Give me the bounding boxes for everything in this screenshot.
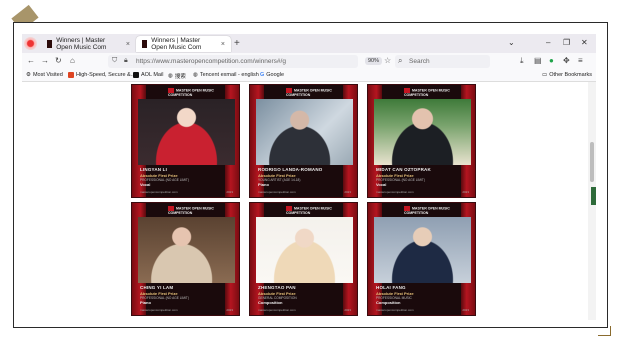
winner-photo [256, 217, 353, 283]
tab-bar: Winners | Master Open Music Com × Winner… [22, 34, 596, 53]
back-icon[interactable]: ← [27, 56, 35, 65]
reload-icon[interactable]: ↻ [55, 56, 62, 65]
instrument-label: Piano [140, 299, 151, 305]
competition-logo: MASTER OPEN MUSIC COMPETITION [168, 206, 214, 215]
winner-photo [374, 217, 471, 283]
winner-card[interactable]: MASTER OPEN MUSIC COMPETITION RODRIGO LA… [249, 84, 358, 198]
bookmark-label: 搜索 [174, 74, 186, 80]
competition-logo: MASTER OPEN MUSIC COMPETITION [286, 88, 332, 97]
winner-info: RODRIGO LANDA-ROMANO Absolute First Priz… [258, 167, 353, 187]
google-icon: G [260, 72, 265, 78]
bookmark-star-icon[interactable]: ☆ [384, 56, 391, 65]
bookmarks-toolbar: ⚙ Most Visited High-Speed, Secure &... AO… [22, 70, 596, 82]
bookmark-high-speed[interactable]: High-Speed, Secure &... [68, 72, 135, 78]
globe-icon: ◍ [168, 73, 173, 79]
other-bookmarks[interactable]: ▭ Other Bookmarks [542, 72, 592, 78]
card-footer: masteropencompetition.com 2023 [140, 308, 233, 312]
folder-icon: ▭ [542, 72, 548, 78]
bookmark-label: AOL Mail [141, 72, 164, 78]
card-footer: masteropencompetition.com 2023 [376, 190, 469, 194]
winner-info: ZHENGTAO PAN Absolute First Prize GENERA… [258, 285, 353, 305]
winner-info: MIDAT CAN OZTOPRAK Absolute First Prize … [376, 167, 471, 187]
home-icon[interactable]: ⌂ [70, 56, 75, 65]
address-bar[interactable]: ⛉ 🔒︎ https://www.masteropencompetition.c… [108, 55, 358, 68]
tab-list-icon[interactable]: ⌄ [508, 38, 515, 47]
winner-photo [256, 99, 353, 165]
instrument-label: Vocal [376, 181, 387, 187]
winner-info: LINGYAN LI Absolute First Prize PROFESSI… [140, 167, 235, 187]
vertical-scrollbar[interactable] [588, 82, 596, 320]
winner-photo [138, 99, 235, 165]
site-icon [68, 72, 74, 78]
instrument-label: Piano [258, 181, 269, 187]
bookmark-label: Google [266, 72, 285, 78]
card-footer: masteropencompetition.com 2023 [140, 190, 233, 194]
search-placeholder: Search [409, 58, 430, 65]
bookmark-tencent[interactable]: ◍ Tencent exmail - english [193, 72, 259, 78]
bookmark-label: Tencent exmail - english [199, 72, 259, 78]
browser-window: Winners | Master Open Music Com × Winner… [22, 34, 596, 320]
corner-mark [598, 326, 611, 336]
competition-logo: MASTER OPEN MUSIC COMPETITION [286, 206, 332, 215]
url-text: https://www.masteropencompetition.com/wi… [136, 58, 286, 65]
instrument-label: Composition [376, 299, 401, 305]
tab-winners-2[interactable]: Winners | Master Open Music Com × [136, 36, 231, 52]
tab-title: Winners | Master Open Music Com [151, 37, 202, 51]
forward-icon[interactable]: → [41, 56, 49, 65]
lock-icon[interactable]: 🔒︎ [124, 57, 128, 65]
side-widget[interactable] [591, 187, 596, 205]
aol-icon [133, 72, 139, 78]
sidebar-icon[interactable]: ▤ [534, 56, 542, 65]
competition-logo: MASTER OPEN MUSIC COMPETITION [404, 206, 450, 215]
account-icon[interactable]: ● [549, 56, 554, 65]
menu-icon[interactable]: ≡ [578, 56, 583, 65]
instrument-label: Vocal [140, 181, 151, 187]
card-footer: masteropencompetition.com 2023 [258, 308, 351, 312]
minimize-icon[interactable]: – [546, 38, 550, 47]
site-favicon-icon [47, 40, 53, 48]
bookmark-label: Most Visited [32, 72, 63, 78]
navigation-toolbar: ← → ↻ ⌂ ⛉ 🔒︎ https://www.masteropencompe… [22, 53, 596, 70]
extensions-icon[interactable]: ✥ [563, 56, 570, 65]
competition-logo: MASTER OPEN MUSIC COMPETITION [404, 88, 450, 97]
winner-card[interactable]: MASTER OPEN MUSIC COMPETITION HOLAI FANG… [367, 202, 476, 316]
bookmark-aol-mail[interactable]: AOL Mail [133, 72, 163, 78]
bookmark-most-visited[interactable]: ⚙ Most Visited [26, 72, 63, 78]
downloads-icon[interactable]: ⤓ [520, 56, 524, 66]
bookmark-label: High-Speed, Secure &... [76, 72, 136, 78]
zoom-level[interactable]: 90% [365, 57, 383, 65]
close-tab-icon[interactable]: × [221, 41, 225, 48]
bookmark-search[interactable]: ◍ 搜索 [168, 72, 186, 80]
new-tab-icon[interactable]: + [234, 38, 240, 49]
search-icon: ⌕ [398, 56, 403, 65]
close-window-icon[interactable]: ✕ [581, 38, 588, 47]
bookmark-label: Other Bookmarks [549, 72, 592, 78]
winner-card[interactable]: MASTER OPEN MUSIC COMPETITION CHING YI L… [131, 202, 240, 316]
site-favicon-icon [142, 40, 148, 48]
winner-card[interactable]: MASTER OPEN MUSIC COMPETITION MIDAT CAN … [367, 84, 476, 198]
maximize-icon[interactable]: ❐ [563, 38, 570, 47]
winner-info: CHING YI LAM Absolute First Prize PROFES… [140, 285, 235, 305]
firefox-view-icon[interactable] [24, 37, 37, 50]
card-footer: masteropencompetition.com 2023 [376, 308, 469, 312]
winner-info: HOLAI FANG Absolute First Prize PROFESSI… [376, 285, 471, 305]
winner-card[interactable]: MASTER OPEN MUSIC COMPETITION ZHENGTAO P… [249, 202, 358, 316]
winner-photo [374, 99, 471, 165]
bookmark-google[interactable]: G Google [260, 72, 284, 78]
competition-logo: MASTER OPEN MUSIC COMPETITION [168, 88, 214, 97]
card-footer: masteropencompetition.com 2023 [258, 190, 351, 194]
page-content: MASTER OPEN MUSIC COMPETITION LINGYAN LI… [22, 82, 596, 320]
winner-photo [138, 217, 235, 283]
search-input[interactable]: ⌕ Search [395, 55, 490, 68]
tab-winners-1[interactable]: Winners | Master Open Music Com × [41, 36, 136, 52]
globe-icon: ◍ [193, 72, 198, 78]
instrument-label: Composition [258, 299, 283, 305]
scrollbar-thumb[interactable] [590, 142, 594, 182]
tab-title: Winners | Master Open Music Com [56, 37, 107, 51]
winner-card[interactable]: MASTER OPEN MUSIC COMPETITION LINGYAN LI… [131, 84, 240, 198]
close-tab-icon[interactable]: × [126, 41, 130, 48]
shield-icon[interactable]: ⛉ [112, 57, 117, 65]
gear-icon: ⚙ [26, 72, 31, 78]
